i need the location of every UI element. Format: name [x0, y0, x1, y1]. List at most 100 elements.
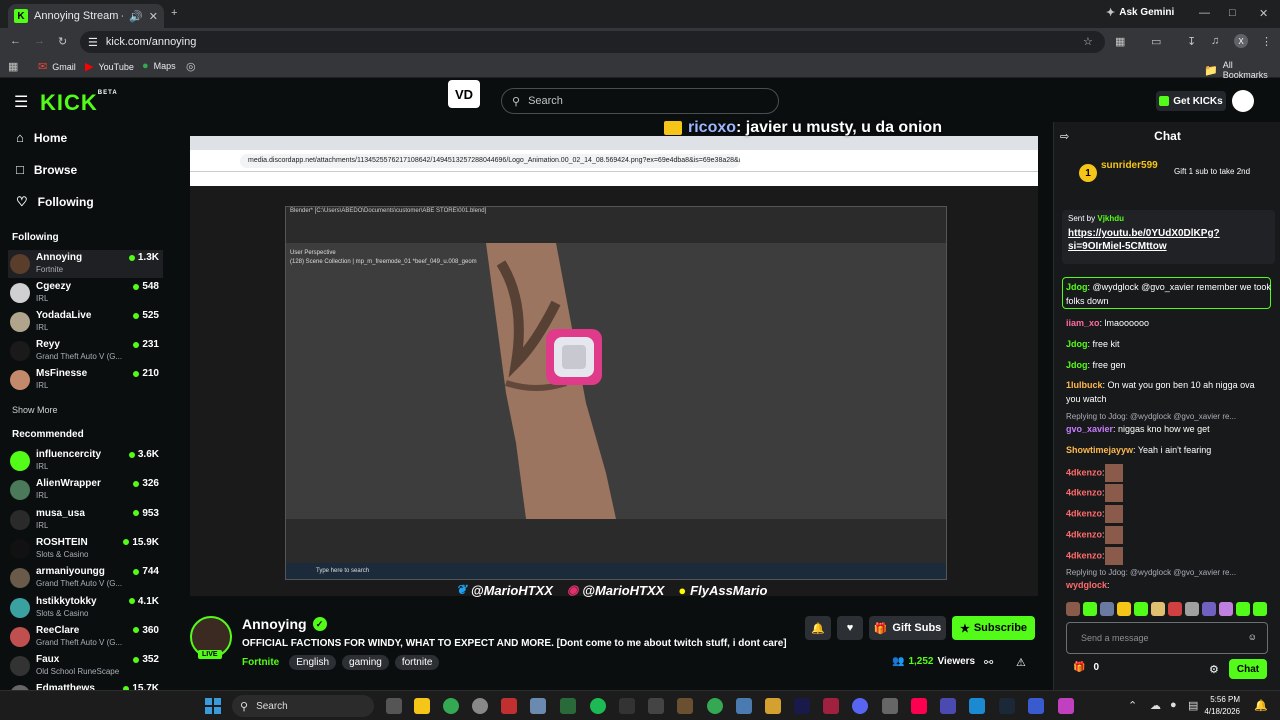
notifications-icon[interactable]: 🔔	[1254, 699, 1268, 712]
emoji-picker-icon[interactable]: ☺	[1248, 632, 1257, 642]
vd-logo-icon[interactable]: VD	[448, 80, 480, 108]
chrome-icon[interactable]	[707, 698, 723, 714]
kick-logo[interactable]: KICKBETA	[40, 90, 118, 116]
channel-item[interactable]: YodadaLive IRL 525	[8, 308, 163, 336]
download-icon[interactable]: ↧	[1187, 35, 1196, 48]
ask-gemini-button[interactable]: ✦ Ask Gemini	[1106, 6, 1174, 19]
taskbar-search[interactable]: ⚲ Search	[232, 695, 374, 717]
app-icon[interactable]	[969, 698, 985, 714]
network-icon[interactable]: ▤	[1188, 699, 1198, 712]
close-tab-icon[interactable]: ✕	[149, 10, 158, 23]
emote-icon[interactable]	[1083, 602, 1097, 616]
user-avatar[interactable]	[1232, 90, 1254, 112]
app-icon[interactable]	[940, 698, 956, 714]
channel-item[interactable]: armaniyoungg Grand Theft Auto V (G... 744	[8, 564, 163, 592]
browser-tab[interactable]: K Annoying Stream - Watch l 🔊 ✕	[8, 4, 164, 28]
chrome-icon[interactable]	[443, 698, 459, 714]
chat-username[interactable]: iiam_xo	[1066, 318, 1100, 328]
bookmark-maps[interactable]: ● Maps	[142, 60, 176, 72]
epic-games-icon[interactable]	[619, 698, 635, 714]
channel-item[interactable]: Reyy Grand Theft Auto V (G... 231	[8, 337, 163, 365]
emote-icon[interactable]	[1202, 602, 1216, 616]
chat-username[interactable]: Showtimejayyw	[1066, 445, 1133, 455]
app-icon[interactable]	[823, 698, 839, 714]
file-explorer-icon[interactable]	[414, 698, 430, 714]
app-icon[interactable]	[765, 698, 781, 714]
chat-username[interactable]: 4dkenzo	[1066, 529, 1102, 539]
channel-item[interactable]: Annoying Fortnite 1.3K	[8, 250, 163, 278]
tray-chevron-icon[interactable]: ⌃	[1128, 699, 1137, 712]
channel-item[interactable]: Cgeezy IRL 548	[8, 279, 163, 307]
channel-item[interactable]: hstikkytokky Slots & Casino 4.1K	[8, 594, 163, 622]
site-info-icon[interactable]: ☰	[88, 36, 98, 49]
channel-item[interactable]: influencercity IRL 3.6K	[8, 447, 163, 475]
emote-icon[interactable]	[1100, 602, 1114, 616]
settings-icon[interactable]	[530, 698, 546, 714]
chat-username[interactable]: 4dkenzo	[1066, 487, 1102, 497]
nav-browse[interactable]: □ Browse	[16, 162, 77, 177]
taskbar-clock[interactable]: 5:56 PM 4/18/2026	[1204, 694, 1240, 718]
kicks-balance[interactable]: 🎁 0	[1073, 662, 1099, 673]
channel-item[interactable]: MsFinesse IRL 210	[8, 366, 163, 394]
back-icon[interactable]: ←	[10, 35, 21, 47]
emote-icon[interactable]	[1134, 602, 1148, 616]
discord-icon[interactable]	[852, 698, 868, 714]
chat-username[interactable]: 4dkenzo	[1066, 550, 1102, 560]
emote-icon[interactable]	[1168, 602, 1182, 616]
chat-username[interactable]: Jdog	[1066, 360, 1088, 370]
emote-bar[interactable]	[1066, 602, 1271, 616]
chat-username[interactable]: gvo_xavier	[1066, 424, 1113, 434]
notification-bell-button[interactable]: 🔔	[805, 616, 831, 640]
windows-start-icon[interactable]	[205, 698, 221, 714]
bookmark-star-icon[interactable]: ☆	[1083, 35, 1093, 48]
emote-icon[interactable]	[1117, 602, 1131, 616]
capcut-icon[interactable]	[648, 698, 664, 714]
show-more-link[interactable]: Show More	[12, 405, 58, 415]
new-tab-icon[interactable]: +	[171, 7, 177, 19]
steam-icon[interactable]	[999, 698, 1015, 714]
emote-icon[interactable]	[1185, 602, 1199, 616]
emote-icon[interactable]	[1253, 602, 1267, 616]
pinned-link[interactable]: https://youtu.be/0YUdX0DlKPg? si=9OIrMieI…	[1068, 227, 1269, 253]
emote-icon[interactable]	[1066, 602, 1080, 616]
app-icon[interactable]	[736, 698, 752, 714]
emote-icon[interactable]	[1219, 602, 1233, 616]
channel-item[interactable]: musa_usa IRL 953	[8, 506, 163, 534]
audio-icon[interactable]: 🔊	[129, 10, 143, 23]
stream-category-link[interactable]: Fortnite	[242, 657, 279, 668]
subscribe-button[interactable]: ★ Subscribe	[952, 616, 1035, 640]
channel-item[interactable]: ReeClare Grand Theft Auto V (G... 360	[8, 623, 163, 651]
minimize-icon[interactable]: —	[1199, 7, 1210, 19]
bookmark-gmail[interactable]: ✉ Gmail	[38, 60, 76, 73]
task-view-icon[interactable]	[386, 698, 402, 714]
chat-settings-icon[interactable]: ⚙	[1209, 663, 1219, 676]
video-player[interactable]: media.discordapp.net/attachments/1134525…	[172, 122, 1052, 602]
chat-input[interactable]: Send a message ☺	[1066, 622, 1268, 654]
extensions-icon[interactable]: ▦	[1115, 35, 1125, 48]
cast-icon[interactable]: ▭	[1151, 35, 1161, 48]
channel-item[interactable]: ROSHTEIN Slots & Casino 15.9K	[8, 535, 163, 563]
report-icon[interactable]: ⚠	[1016, 656, 1026, 669]
streamer-name[interactable]: Annoying ✓	[242, 616, 327, 632]
app-icon[interactable]	[1028, 698, 1044, 714]
close-window-icon[interactable]: ✕	[1259, 7, 1268, 20]
hamburger-menu-icon[interactable]: ☰	[14, 92, 28, 112]
channel-item[interactable]: Faux Old School RuneScape 352	[8, 652, 163, 680]
app-icon[interactable]	[882, 698, 898, 714]
maximize-icon[interactable]: □	[1229, 7, 1236, 19]
gift-subs-button[interactable]: 🎁 Gift Subs	[869, 616, 946, 640]
chat-username[interactable]: 1lulbuck	[1066, 380, 1103, 390]
chat-username[interactable]: Jdog	[1066, 339, 1088, 349]
forward-icon[interactable]: →	[34, 35, 45, 47]
search-input[interactable]: ⚲ Search	[501, 88, 779, 114]
globe-icon[interactable]: ◎	[186, 60, 196, 73]
nav-following[interactable]: ♡ Following	[16, 194, 94, 210]
app-icon[interactable]	[794, 698, 810, 714]
tag-pill[interactable]: English	[289, 655, 337, 670]
chat-send-button[interactable]: Chat	[1229, 659, 1267, 679]
get-kicks-button[interactable]: Get KICKs	[1156, 91, 1226, 111]
tiktok-icon[interactable]	[911, 698, 927, 714]
menu-dots-icon[interactable]: ⋮	[1261, 35, 1272, 48]
apps-grid-icon[interactable]: ▦	[8, 60, 18, 73]
bookmark-youtube[interactable]: ▶ YouTube	[85, 60, 134, 73]
